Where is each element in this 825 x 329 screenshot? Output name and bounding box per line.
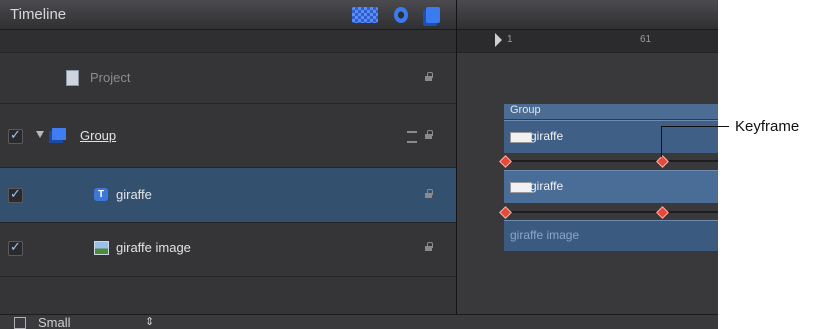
keyframe-line bbox=[504, 211, 718, 213]
layer-label-project: Project bbox=[90, 70, 131, 85]
layer-row-project[interactable]: Project bbox=[0, 53, 456, 104]
timeline-panel: Timeline Project Group T giraffe bbox=[0, 0, 718, 329]
keyframe-marker[interactable] bbox=[656, 155, 669, 168]
layer-label-giraffe: giraffe bbox=[116, 187, 152, 202]
track-label-giraffe: giraffe bbox=[530, 179, 564, 193]
lock-icon[interactable] bbox=[425, 189, 434, 198]
layer-row-giraffe-image[interactable]: giraffe image bbox=[0, 223, 456, 277]
stack-icon[interactable] bbox=[407, 131, 417, 143]
clip-thumbnail bbox=[510, 182, 532, 193]
lock-icon[interactable] bbox=[425, 242, 434, 251]
layer-row-group[interactable]: Group bbox=[0, 104, 456, 168]
layers-icon[interactable] bbox=[426, 7, 440, 23]
keyframe-line bbox=[504, 160, 718, 162]
track-label-giraffe-image: giraffe image bbox=[510, 228, 580, 242]
lock-icon[interactable] bbox=[425, 72, 434, 81]
time-ruler[interactable]: 1 61 bbox=[457, 30, 718, 53]
clip-thumbnail bbox=[510, 132, 532, 143]
playhead-icon[interactable] bbox=[495, 33, 502, 47]
image-icon bbox=[94, 241, 109, 255]
layers-list-head bbox=[0, 30, 456, 53]
group-bar-label: Group bbox=[510, 104, 541, 116]
size-popup[interactable]: Small bbox=[38, 315, 71, 329]
visibility-checkbox[interactable] bbox=[8, 127, 23, 144]
document-icon bbox=[66, 70, 79, 86]
group-icon bbox=[52, 128, 66, 140]
timeline-track-area[interactable]: 1 61 Group giraffe giraffe giraffe image bbox=[457, 30, 718, 326]
track-label-giraffe: giraffe bbox=[530, 129, 564, 143]
popup-arrows-icon[interactable]: ⇕ bbox=[145, 315, 154, 328]
track-bar-giraffe-image[interactable]: giraffe image bbox=[504, 220, 718, 251]
bottom-bar: Small ⇕ bbox=[0, 314, 718, 329]
gear-icon[interactable] bbox=[394, 7, 408, 23]
checker-icon[interactable] bbox=[352, 7, 378, 23]
visibility-checkbox[interactable] bbox=[8, 186, 23, 203]
ruler-label-start: 1 bbox=[507, 34, 513, 45]
layer-size-icon bbox=[14, 317, 26, 329]
disclosure-triangle-icon[interactable] bbox=[36, 131, 44, 138]
layers-list: Project Group T giraffe giraffe image bbox=[0, 30, 456, 314]
text-icon: T bbox=[94, 188, 108, 201]
timeline-header: Timeline bbox=[0, 0, 718, 30]
layer-label-giraffe-image: giraffe image bbox=[116, 240, 191, 255]
callout-line bbox=[661, 126, 729, 127]
layer-row-giraffe[interactable]: T giraffe bbox=[0, 168, 456, 223]
track-bar-giraffe[interactable]: giraffe bbox=[504, 170, 718, 203]
layer-label-group[interactable]: Group bbox=[80, 128, 116, 143]
group-header-bar[interactable]: Group bbox=[504, 104, 718, 119]
track-bar-giraffe-group[interactable]: giraffe bbox=[504, 120, 718, 153]
lock-icon[interactable] bbox=[425, 130, 434, 139]
keyframe-marker[interactable] bbox=[656, 206, 669, 219]
keyframe-marker[interactable] bbox=[499, 206, 512, 219]
callout-pointer bbox=[661, 126, 662, 157]
keyframe-marker[interactable] bbox=[499, 155, 512, 168]
visibility-checkbox[interactable] bbox=[8, 239, 23, 256]
panel-title: Timeline bbox=[10, 6, 67, 23]
callout-label: Keyframe bbox=[735, 118, 800, 135]
ruler-label-61: 61 bbox=[640, 34, 652, 45]
